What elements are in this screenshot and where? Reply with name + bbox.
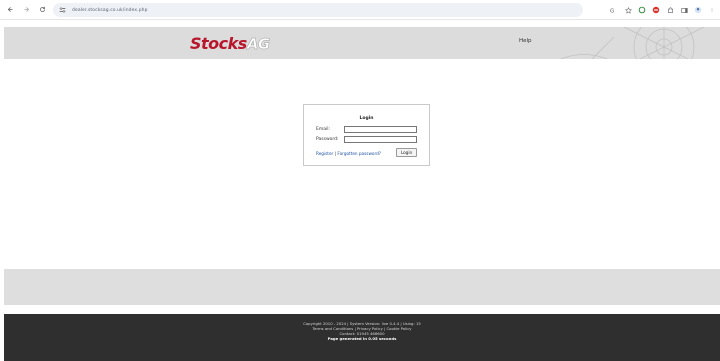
link-separator: | [334, 151, 337, 156]
browser-extensions: G [610, 3, 716, 17]
address-bar[interactable]: dealer.stocksag.co.uk/index.php [53, 3, 583, 17]
password-field[interactable] [344, 136, 417, 143]
forward-icon[interactable] [21, 4, 32, 15]
puzzle-icon[interactable] [666, 6, 674, 14]
register-link[interactable]: Register [316, 151, 333, 156]
site-info-icon[interactable] [59, 7, 66, 13]
extension-red-icon[interactable] [652, 6, 660, 14]
email-label: Email: [316, 127, 331, 132]
menu-dots-icon[interactable] [708, 6, 716, 14]
reload-icon[interactable] [37, 4, 48, 15]
translate-icon[interactable]: G [610, 6, 618, 14]
footer-generated: Page generated in 0.05 seconds [327, 336, 397, 341]
sidepanel-icon[interactable] [680, 6, 688, 14]
extension-green-icon[interactable] [638, 6, 646, 14]
profile-icon[interactable] [694, 6, 702, 14]
login-button[interactable]: Login [396, 148, 417, 157]
site-header: StocksAG Help [4, 27, 720, 59]
email-field[interactable] [344, 126, 417, 133]
content-band [4, 269, 720, 305]
svg-text:G: G [610, 8, 614, 14]
star-icon[interactable] [624, 6, 632, 14]
url-text: dealer.stocksag.co.uk/index.php [72, 7, 148, 13]
back-icon[interactable] [5, 4, 16, 15]
site-footer: Copyright 2010 - 2024 | System Version: … [4, 314, 720, 361]
stocksag-logo[interactable]: StocksAG [190, 34, 270, 53]
login-links: Register | Forgotten password? [316, 151, 381, 156]
password-label: Password: [316, 137, 339, 142]
gear-decoration-icon [559, 27, 705, 59]
forgot-password-link[interactable]: Forgotten password? [337, 151, 381, 156]
login-form: Login Email: Password: Register | Forgot… [303, 104, 430, 166]
login-title: Login [359, 116, 374, 121]
